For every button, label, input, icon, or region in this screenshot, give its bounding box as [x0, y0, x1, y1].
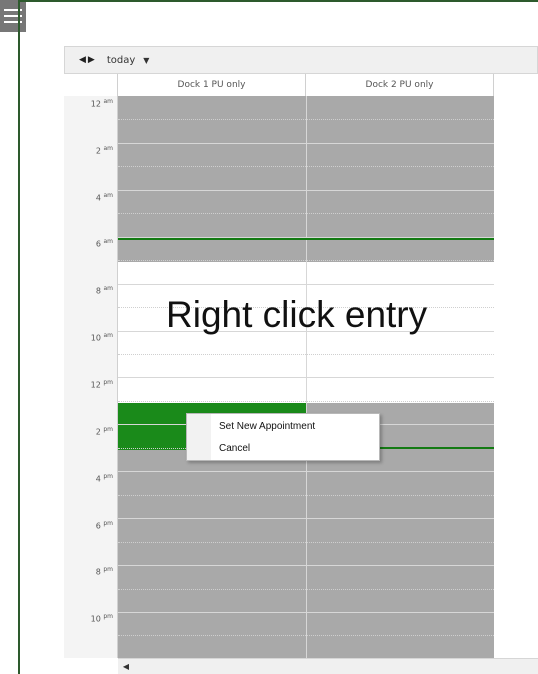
schedule-grid[interactable]	[118, 96, 494, 658]
calendar-toolbar: ◀ ▶ today ▼	[64, 46, 538, 74]
time-column-header	[64, 74, 118, 96]
right-pane	[494, 96, 538, 658]
arrow-right-icon[interactable]: ▶	[88, 55, 95, 65]
arrow-left-icon[interactable]: ◀	[79, 55, 86, 65]
horizontal-scrollbar[interactable]: ◀	[118, 658, 538, 674]
column-divider	[306, 96, 307, 658]
scroll-left-arrow-icon[interactable]: ◀	[118, 659, 134, 674]
set-new-appointment-menu-item[interactable]: Set New Appointment	[219, 421, 315, 432]
time-label: 8 am	[95, 285, 113, 296]
time-label: 12 pm	[90, 379, 113, 390]
time-label: 2 pm	[95, 426, 113, 437]
column-header-dock-2: Dock 2 PU only	[306, 74, 494, 96]
today-button[interactable]: today	[107, 55, 135, 66]
time-label: 2 am	[95, 145, 113, 156]
time-gutter: 12 am 2 am 4 am 6 am 8 am 10 am 12 pm 2 …	[64, 96, 118, 658]
column-headers: Dock 1 PU only Dock 2 PU only	[64, 74, 538, 97]
time-label: 10 am	[90, 332, 113, 343]
time-label: 10 pm	[90, 613, 113, 624]
time-label: 8 pm	[95, 566, 113, 577]
caret-down-icon[interactable]: ▼	[143, 56, 149, 65]
cancel-menu-item[interactable]: Cancel	[219, 443, 250, 454]
time-label: 4 pm	[95, 473, 113, 484]
column-header-dock-1: Dock 1 PU only	[118, 74, 306, 96]
current-time-line	[118, 238, 494, 240]
time-label: 4 am	[95, 192, 113, 203]
overlay-instruction-text: Right click entry	[166, 294, 428, 335]
context-menu-gutter	[187, 414, 211, 460]
time-label: 6 pm	[95, 520, 113, 531]
time-label: 12 am	[90, 98, 113, 109]
time-label: 6 am	[95, 238, 113, 249]
context-menu[interactable]: Set New Appointment Cancel	[186, 413, 380, 461]
